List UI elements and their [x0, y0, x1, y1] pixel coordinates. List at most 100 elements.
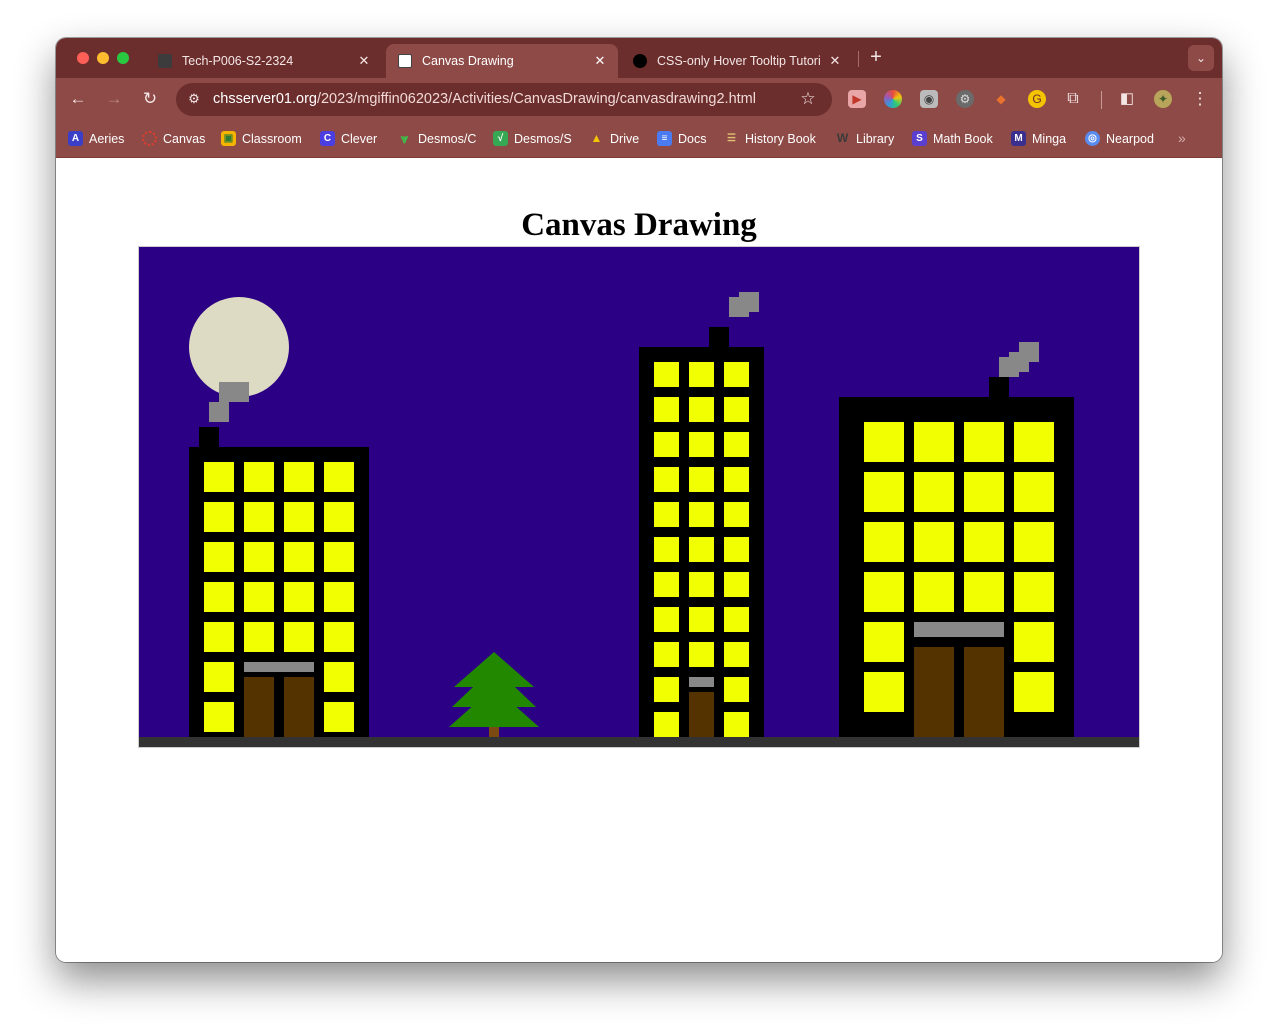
close-icon[interactable]: ✕ [827, 53, 843, 69]
window [724, 572, 749, 597]
window [204, 502, 234, 532]
awning [914, 622, 1004, 637]
profile-avatar-icon[interactable]: ✦ [1154, 90, 1172, 108]
tab-strip: Tech-P006-S2-2324 ✕ Canvas Drawing ✕ CSS… [56, 38, 1222, 78]
new-tab-button[interactable]: + [866, 47, 886, 69]
tab-css-tooltip[interactable]: CSS-only Hover Tooltip Tutori ✕ [621, 44, 853, 78]
bookmark-label: Docs [678, 131, 707, 146]
gear-extension-icon[interactable]: ⚙ [956, 90, 974, 108]
window [689, 572, 714, 597]
classroom-icon [158, 54, 172, 68]
bookmark-minga[interactable]: M Minga [1011, 131, 1066, 146]
tab-search-button[interactable]: ⌄ [1188, 45, 1214, 71]
window [689, 432, 714, 457]
page-content: Canvas Drawing [56, 158, 1222, 962]
window [724, 362, 749, 387]
window [964, 572, 1004, 612]
bookmark-docs[interactable]: ≡ Docs [657, 131, 706, 146]
screenshot-extension-icon[interactable]: ◉ [920, 90, 938, 108]
window [204, 462, 234, 492]
window [654, 432, 679, 457]
bookmark-math-book[interactable]: S Math Book [912, 131, 993, 146]
graduation-extension-icon[interactable]: ◆ [992, 90, 1010, 108]
window [964, 422, 1004, 462]
drive-icon: ▲ [590, 131, 603, 145]
building-middle [639, 292, 764, 737]
window [964, 522, 1004, 562]
site-settings-icon[interactable]: ⚙ [186, 91, 202, 107]
classroom-icon: ▣ [221, 131, 236, 146]
window [864, 422, 904, 462]
bookmark-history-book[interactable]: ☰ History Book [724, 131, 816, 146]
tab-canvas-drawing[interactable]: Canvas Drawing ✕ [386, 44, 618, 78]
menu-kebab-icon[interactable]: ⋮ [1189, 88, 1211, 110]
desmos-c-icon: ⩔ [400, 131, 409, 146]
chimney [199, 427, 219, 447]
window [864, 522, 904, 562]
window [654, 572, 679, 597]
window [724, 467, 749, 492]
bookmark-label: Drive [610, 131, 640, 146]
window [284, 542, 314, 572]
g-extension-icon[interactable]: G [1028, 90, 1046, 108]
window [689, 607, 714, 632]
bookmark-canvas[interactable]: Canvas [142, 131, 205, 146]
ground [139, 737, 1139, 747]
window [1014, 522, 1054, 562]
bookmark-aeries[interactable]: A Aeries [68, 131, 124, 146]
window [864, 572, 904, 612]
close-icon[interactable]: ✕ [356, 53, 372, 69]
bookmark-nearpod[interactable]: ◎ Nearpod [1085, 131, 1154, 146]
window [1014, 472, 1054, 512]
close-icon[interactable]: ✕ [592, 53, 608, 69]
minga-icon: M [1011, 131, 1026, 146]
close-window-button[interactable] [77, 52, 89, 64]
bookmarks-bar: A Aeries Canvas ▣ Classroom C Clever ⩔ Desmo… [56, 121, 1222, 158]
bookmark-desmos-s[interactable]: √ Desmos/S [493, 131, 572, 146]
tab-title: Canvas Drawing [422, 54, 514, 68]
bookmark-clever[interactable]: C Clever [320, 131, 377, 146]
minimize-window-button[interactable] [97, 52, 109, 64]
math-book-icon: S [912, 131, 927, 146]
bookmark-drive[interactable]: ▲ Drive [589, 131, 640, 146]
tab-tech-p006[interactable]: Tech-P006-S2-2324 ✕ [146, 44, 382, 78]
docs-icon: ≡ [657, 131, 672, 146]
window [724, 607, 749, 632]
smoke-puff [219, 382, 249, 402]
window [324, 502, 354, 532]
bookmark-desmos-c[interactable]: ⩔ Desmos/C [397, 131, 477, 146]
bookmark-label: Aeries [89, 131, 125, 146]
url-path: /2023/mgiffin062023/Activities/CanvasDra… [316, 91, 756, 107]
window [284, 622, 314, 652]
reload-button[interactable]: ↻ [139, 88, 161, 110]
forward-button[interactable]: → [103, 88, 125, 110]
color-picker-extension-icon[interactable] [884, 90, 902, 108]
window [724, 642, 749, 667]
building-right [839, 342, 1074, 737]
desmos-s-icon: √ [493, 131, 508, 146]
extensions-puzzle-icon[interactable]: ⧉ [1064, 90, 1082, 108]
window [654, 362, 679, 387]
window [689, 537, 714, 562]
bookmark-library[interactable]: W Library [835, 131, 894, 146]
window [864, 672, 904, 712]
window [724, 677, 749, 702]
awning [244, 662, 314, 672]
bookmark-classroom[interactable]: ▣ Classroom [221, 131, 302, 146]
window [654, 502, 679, 527]
canvas-icon [142, 131, 157, 146]
window [284, 502, 314, 532]
side-panel-icon[interactable]: ◧ [1118, 90, 1136, 108]
address-bar[interactable]: ⚙ chsserver01.org/2023/mgiffin062023/Act… [176, 83, 832, 116]
screen-recorder-extension-icon[interactable]: ▶ [848, 90, 866, 108]
back-button[interactable]: ← [67, 88, 89, 110]
window [244, 582, 274, 612]
door [914, 647, 954, 737]
medium-icon [633, 54, 647, 68]
more-bookmarks-chevron-icon[interactable]: » [1178, 130, 1186, 146]
maximize-window-button[interactable] [117, 52, 129, 64]
url-text[interactable]: chsserver01.org/2023/mgiffin062023/Activ… [213, 91, 756, 107]
window [204, 582, 234, 612]
bookmark-star-icon[interactable]: ☆ [798, 89, 818, 109]
url-host: chsserver01.org [213, 91, 317, 107]
